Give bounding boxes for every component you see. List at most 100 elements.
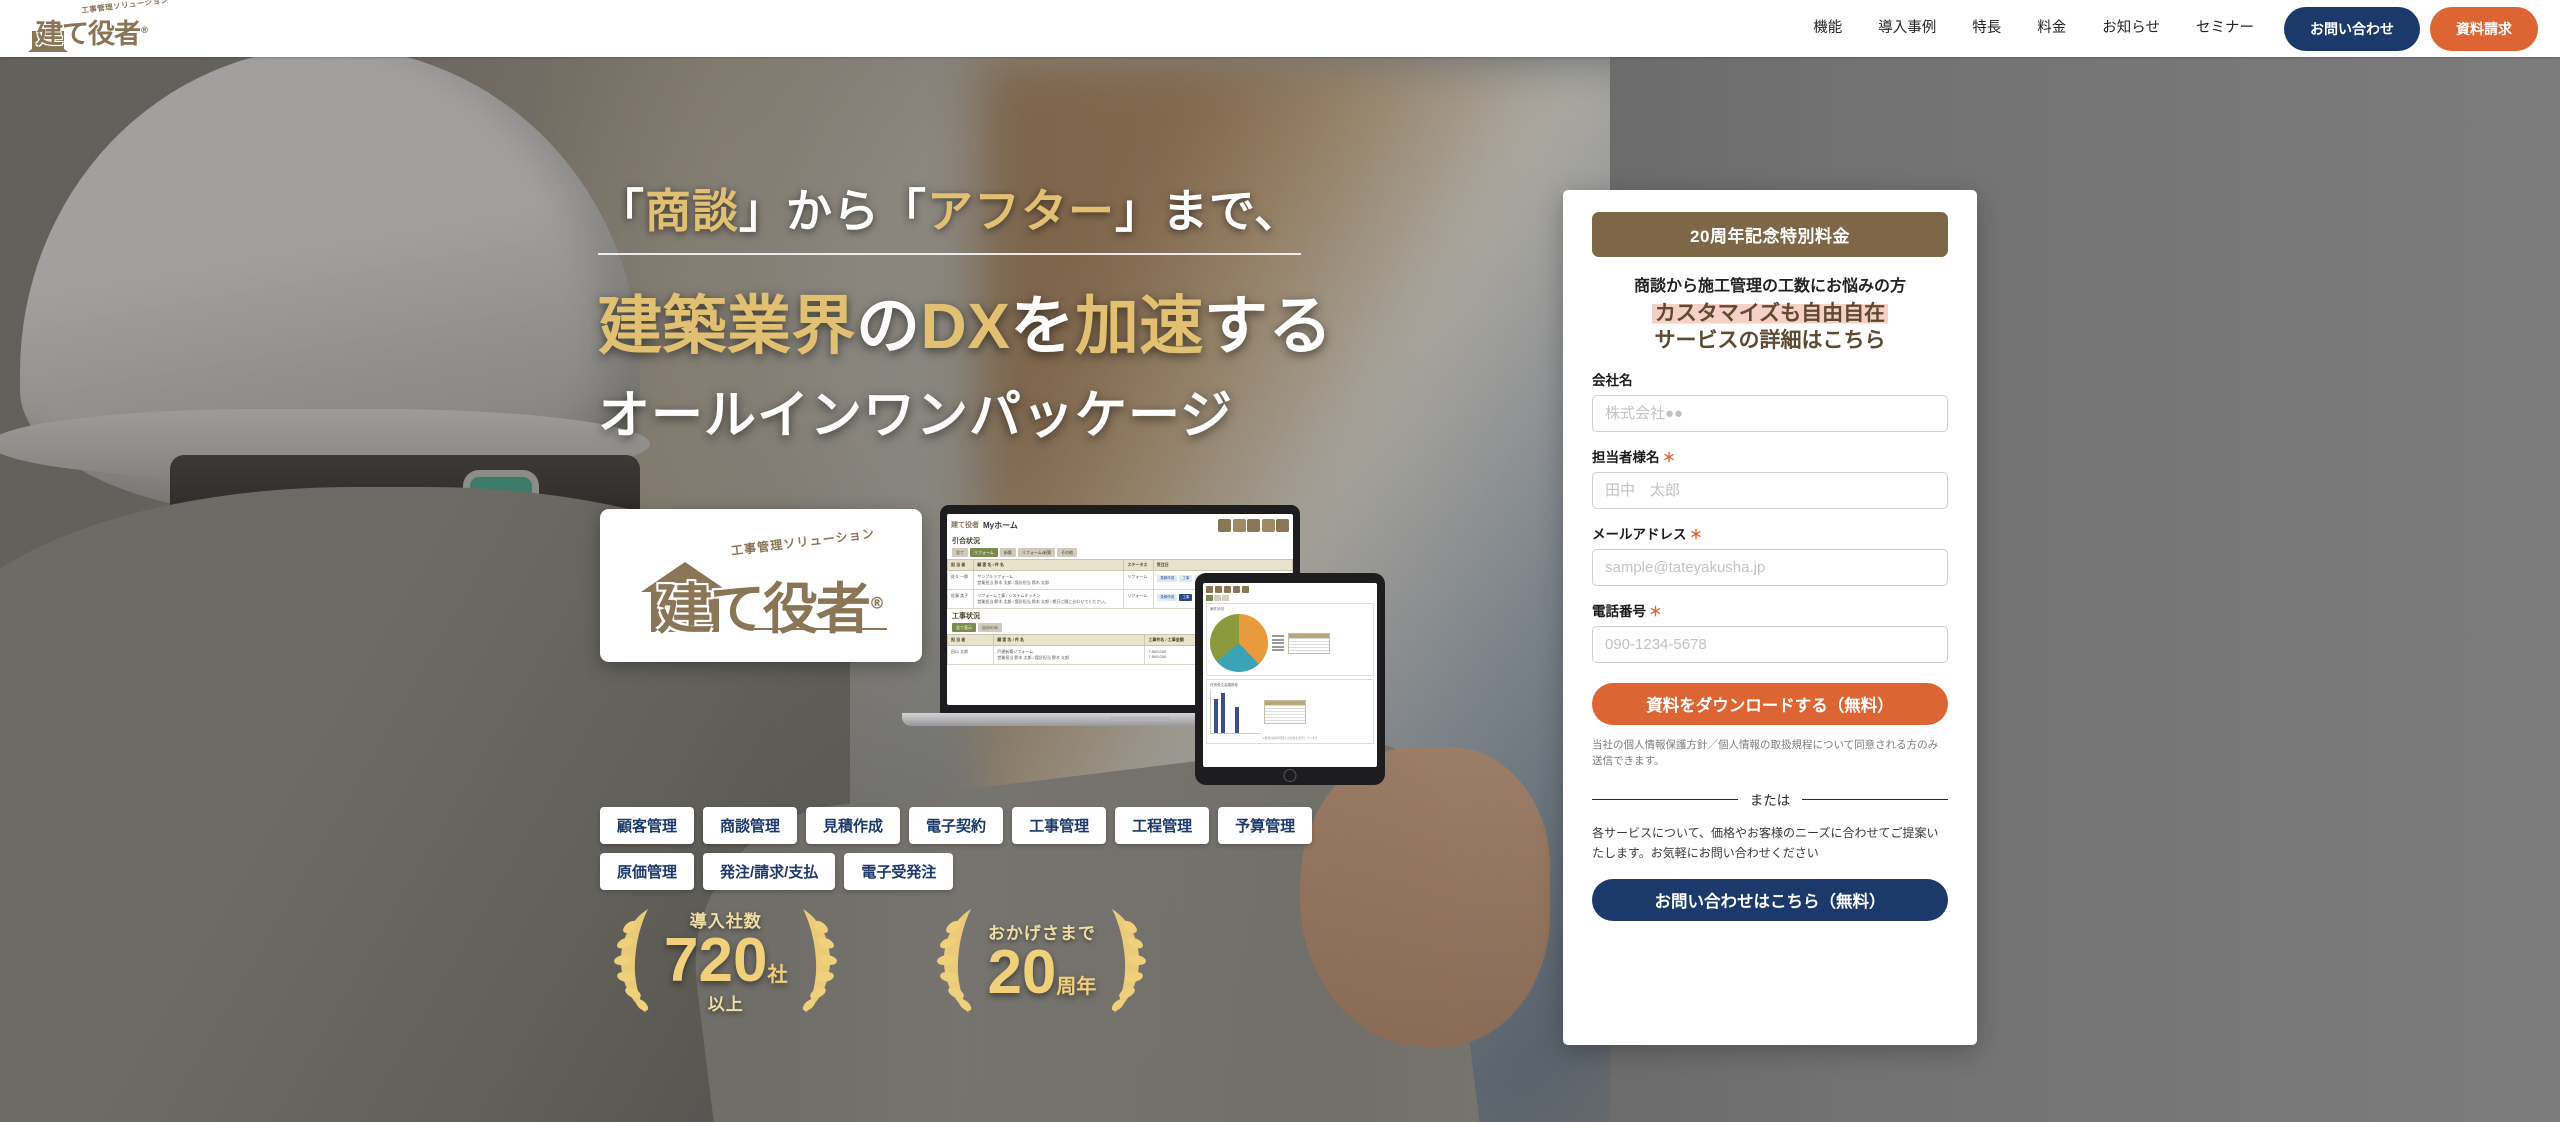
bar-chart (1210, 690, 1260, 734)
label-phone: 電話番号＊ (1592, 603, 1663, 619)
nav-item-seminar[interactable]: セミナー (2178, 0, 2272, 57)
app-section-title-inquiries: 引合状況 (952, 538, 980, 545)
feature-tag-cost-mgmt[interactable]: 原価管理 (600, 853, 695, 890)
col-date: 受注日 (1152, 559, 1293, 571)
cell-status: リフォーム (1123, 589, 1154, 609)
header-contact-button[interactable]: お問い合わせ (2284, 6, 2420, 51)
stat-anniversary-unit: 周年 (1056, 976, 1097, 999)
filter-chip[interactable]: リフォーム (970, 548, 998, 557)
tablet-home-button[interactable] (1283, 769, 1297, 782)
feature-tag-budget-mgmt[interactable]: 予算管理 (1218, 807, 1313, 844)
tablet-tab[interactable] (1213, 595, 1221, 601)
bar-chart-note: ※数値は前年同期との比較を表示しています (1262, 736, 1318, 740)
feature-tag-list: 顧客管理 商談管理 見積作成 電子契約 工事管理 工程管理 予算管理 原価管理 … (600, 807, 1400, 890)
main-navigation: 機能 導入事例 特長 料金 お知らせ セミナー お問い合わせ 資料請求 (1795, 0, 2560, 57)
download-documents-button[interactable]: 資料をダウンロードする（無料） (1592, 682, 1948, 725)
required-mark: ＊ (1649, 603, 1663, 619)
label-contact-name: 担当者様名＊ (1592, 449, 1676, 465)
action-pill[interactable]: 見積作成 (1157, 593, 1178, 601)
product-registered-mark: ® (869, 593, 885, 613)
privacy-note: 当社の個人情報保護方針／個人情報の取扱規程について同意される方のみ送信できます。 (1592, 738, 1939, 768)
field-company: 会社名 (1592, 369, 1948, 432)
nav-item-pricing[interactable]: 料金 (2019, 0, 2084, 57)
filter-chip[interactable]: 全て表示 (952, 623, 976, 632)
panel-highlight: カスタマイズも自由自在 サービスの詳細はこちら (1592, 301, 1948, 355)
feature-tag-e-contract[interactable]: 電子契約 (909, 807, 1004, 844)
headline-line-1: 「商談」から「アフター」まで、 (598, 175, 1302, 255)
table-row (1265, 720, 1305, 723)
divider-line-left (1592, 798, 1738, 800)
hero-stats: 導入社数 720社 以上 おかげさまで 20周年 (608, 905, 1152, 1017)
app-logo-icon (1206, 586, 1213, 593)
phone-input[interactable] (1592, 625, 1948, 663)
feature-tag-deal-management[interactable]: 商談管理 (703, 807, 798, 844)
action-pill[interactable]: 工事 (1179, 574, 1193, 582)
app-logo: 建て役者 (951, 522, 979, 529)
cell-owner: 佐々 一郎 (947, 570, 975, 590)
site-header: 工事管理ソリューション 建て役者® 機能 導入事例 特長 料金 お知らせ セミナ… (0, 0, 2560, 57)
menu-icon (1215, 586, 1222, 593)
bar-chart-title: 月別受注金額推移 (1210, 683, 1238, 687)
menu-icon (1218, 518, 1231, 532)
tablet-screen: 案件状況 月別受注金額推移 ※数値は前年同期との比較を表示しています (1203, 583, 1377, 767)
tablet-topbar (1206, 586, 1374, 593)
email-input[interactable] (1592, 548, 1948, 586)
cell-customer: リフォーム工事 / システムキッチン 営業担当 鈴木 太郎 / 設計担当 鈴木 … (973, 589, 1125, 609)
contact-us-button[interactable]: お問い合わせはこちら（無料） (1592, 879, 1948, 922)
laptop-trackpad-notch (1110, 717, 1170, 721)
device-mockup: 建て役者 Myホーム 引合状況 全て リフォーム 新築 リフォーム・新築 その他… (902, 505, 1410, 785)
laurel-right-icon (1102, 905, 1152, 1017)
panel-highlight-line-1: カスタマイズも自由自在 (1651, 302, 1889, 325)
stat-adoptions-value: 720社 (664, 925, 788, 995)
or-divider: または (1592, 789, 1948, 809)
tablet-mockup: 案件状況 月別受注金額推移 ※数値は前年同期との比較を表示しています (1195, 573, 1385, 785)
feature-tag-quotation[interactable]: 見積作成 (806, 807, 901, 844)
feature-tag-construction-mgmt[interactable]: 工事管理 (1012, 807, 1107, 844)
legend-swatch (1272, 649, 1284, 651)
panel-subtitle: 商談から施工管理の工数にお悩みの方 (1633, 278, 1906, 295)
filter-chip[interactable]: 自分のみ (978, 623, 1002, 632)
action-pill[interactable]: 工事 (1179, 593, 1193, 601)
contact-name-input[interactable] (1592, 471, 1948, 509)
filter-chip[interactable]: 新築 (999, 548, 1016, 557)
nav-item-features[interactable]: 機能 (1795, 0, 1860, 57)
pie-chart-row (1210, 614, 1370, 672)
legend-swatch (1272, 645, 1284, 648)
feature-tag-e-ordering[interactable]: 電子受発注 (844, 853, 954, 890)
label-company: 会社名 (1592, 372, 1633, 388)
cell-customer: 戸建新築リフォーム 営業担当 鈴木 太郎 / 設計担当 鈴木 太郎 (993, 645, 1146, 665)
home-icon (1232, 518, 1246, 532)
tablet-panel-pie: 案件状況 (1206, 603, 1374, 676)
brand-name: 建て役者® (36, 18, 149, 50)
product-logo-underline (747, 627, 887, 630)
filter-chip[interactable]: その他 (1057, 548, 1078, 557)
customer-sub: 営業担当 鈴木 太郎 / 設計担当 鈴木 太郎 / 期日に間に合わせてください。 (977, 599, 1109, 604)
app-page-title: Myホーム (983, 520, 1018, 530)
stat-anniversary-value: 20周年 (987, 938, 1097, 1008)
feature-tag-customer-management[interactable]: 顧客管理 (600, 807, 695, 844)
nav-item-case-studies[interactable]: 導入事例 (1860, 0, 1954, 57)
company-name-input[interactable] (1592, 394, 1948, 432)
pie-chart (1210, 614, 1268, 672)
registered-mark: ® (140, 25, 149, 36)
header-documents-button[interactable]: 資料請求 (2430, 6, 2538, 51)
site-logo[interactable]: 工事管理ソリューション 建て役者® (26, 0, 176, 54)
cell-owner: 佐藤 美子 (947, 589, 975, 609)
laurel-left-icon (931, 905, 981, 1017)
feature-tag-schedule-mgmt[interactable]: 工程管理 (1115, 807, 1210, 844)
product-logo: 工事管理ソリューション 建て役者® (635, 526, 887, 641)
action-pill[interactable]: 見積作成 (1157, 574, 1178, 582)
stat-adoptions-unit: 社 (767, 963, 788, 986)
nav-item-strengths[interactable]: 特長 (1954, 0, 2019, 57)
filter-chip[interactable]: 全て (952, 548, 968, 557)
tablet-tab-active[interactable] (1206, 595, 1213, 601)
tablet-tab[interactable] (1221, 595, 1229, 601)
headline-line-3: オールインワンパッケージ (598, 387, 1233, 445)
anniversary-badge: 20周年記念特別料金 (1592, 212, 1948, 257)
field-phone: 電話番号＊ (1592, 600, 1948, 663)
lead-description: 各サービスについて、価格やお客様のニーズに合わせてご提案いたします。お気軽にお問… (1592, 826, 1939, 860)
nav-item-news[interactable]: お知らせ (2084, 0, 2178, 57)
feature-tag-order-invoice-payment[interactable]: 発注/請求/支払 (703, 853, 836, 890)
app-topbar: 建て役者 Myホーム (947, 514, 1293, 534)
filter-chip[interactable]: リフォーム・新築 (1017, 548, 1056, 557)
